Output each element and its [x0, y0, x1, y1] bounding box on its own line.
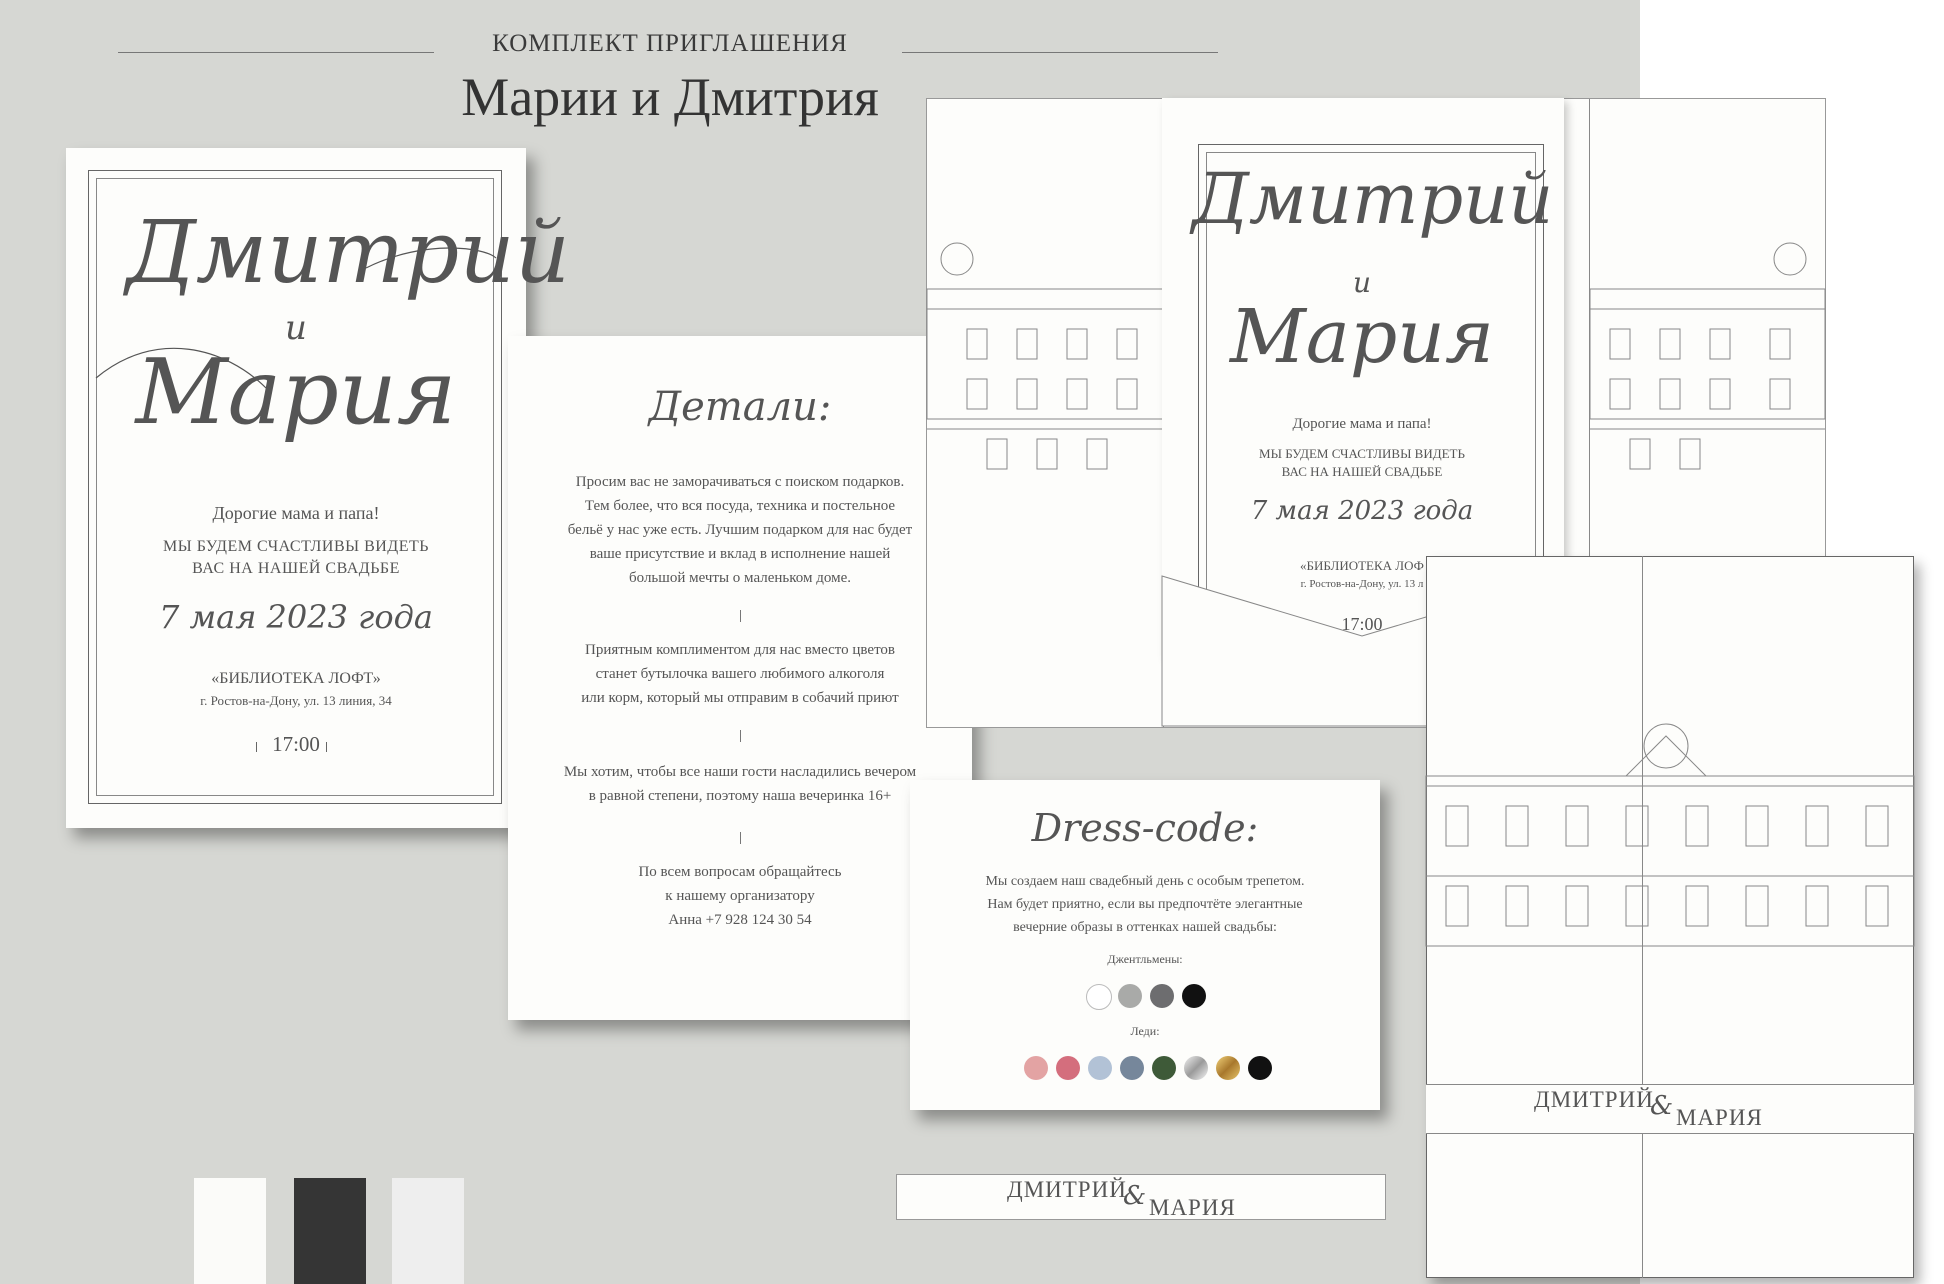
invite-line-1: МЫ БУДЕМ СЧАСТЛИВЫ ВИДЕТЬ [163, 538, 429, 555]
band-ampersand: & [1123, 1181, 1147, 1211]
building-illustration-closed [1425, 723, 1915, 947]
ladies-swatch-light-blue [1088, 1056, 1112, 1080]
details-p2-line: или корм, который мы отправим в собачий … [581, 690, 899, 706]
divider-2 [740, 730, 741, 742]
details-p4-line: Анна +7 928 124 30 54 [668, 912, 812, 928]
ladies-swatch-green [1152, 1056, 1176, 1080]
event-time: 17:00 [272, 732, 320, 756]
dress-code-line: вечерние образы в оттенках нашей свадьбы… [1013, 920, 1277, 935]
main-invitation-card: Дмитрий и Мария Дорогие мама и папа! МЫ … [66, 148, 570, 828]
details-p3-line: в равной степени, поэтому наша вечеринка… [588, 788, 892, 804]
details-title: Детали: [648, 384, 832, 430]
details-paragraph-4: По всем вопросам обращайтесь к нашему ор… [508, 860, 972, 932]
folder-band-name1: ДМИТРИЙ [1534, 1087, 1654, 1112]
gentlemen-swatch-grey [1118, 984, 1142, 1008]
palette-swatch-charcoal [294, 1178, 366, 1284]
building-illustration-right [1589, 242, 1826, 470]
folder-invite-line-1: МЫ БУДЕМ СЧАСТЛИВЫ ВИДЕТЬ [1259, 446, 1465, 461]
details-card: Детали: Просим вас не заморачиваться с п… [508, 336, 972, 1020]
details-p4-line: к нашему организатору [665, 888, 815, 904]
dress-code-line: Мы создаем наш свадебный день с особым т… [985, 874, 1305, 889]
belly-band-strip: ДМИТРИЙ & МАРИЯ [896, 1174, 1386, 1220]
folder-band-ampersand: & [1650, 1091, 1674, 1121]
details-paragraph-1: Просим вас не заморачиваться с поиском п… [508, 470, 972, 590]
folder-bride-name: Мария [1230, 294, 1494, 380]
palette-swatch-light-grey [392, 1178, 464, 1284]
venue-name: «БИБЛИОТЕКА ЛОФТ» [211, 670, 381, 687]
folder-band-name2: МАРИЯ [1676, 1105, 1763, 1130]
header-rule-right [902, 52, 1218, 53]
divider-1 [740, 610, 741, 622]
palette-swatch-white [194, 1178, 266, 1284]
dress-code-text: Мы создаем наш свадебный день с особым т… [910, 870, 1380, 939]
divider-3 [740, 832, 741, 844]
bride-name: Мария [135, 340, 457, 445]
ladies-label: Леди: [1130, 1024, 1160, 1038]
groom-name: Дмитрий [126, 203, 570, 303]
time-tick-right [326, 742, 327, 752]
details-p2-line: станет бутылочка вашего любимого алкогол… [595, 666, 885, 682]
header-rule-left [118, 52, 434, 53]
details-p1-line: бельё у нас уже есть. Лучшим подарком дл… [567, 522, 913, 538]
folder-invite-line-2: ВАС НА НАШЕЙ СВАДЬБЕ [1281, 464, 1443, 479]
ladies-swatch-gold [1216, 1056, 1240, 1080]
dress-code-card: Dress-code: Мы создаем наш свадебный ден… [910, 780, 1380, 1110]
dress-code-line: Нам будет приятно, если вы предпочтёте э… [987, 897, 1303, 912]
building-illustration-left [926, 242, 1164, 470]
greeting: Дорогие мама и папа! [212, 503, 380, 523]
gentlemen-swatch-black [1182, 984, 1206, 1008]
details-p1-line: Просим вас не заморачиваться с поиском п… [575, 474, 905, 490]
ladies-swatch-slate [1120, 1056, 1144, 1080]
header-title: Марии и Дмитрия [461, 67, 879, 127]
details-paragraph-2: Приятным комплиментом для нас вместо цве… [508, 638, 972, 710]
ladies-swatch-black [1248, 1056, 1272, 1080]
folder-groom-name: Дмитрий [1192, 158, 1554, 240]
band-name2: МАРИЯ [1149, 1195, 1236, 1220]
venue-address: г. Ростов-на-Дону, ул. 13 линия, 34 [200, 693, 392, 708]
details-paragraph-3: Мы хотим, чтобы все наши гости насладили… [508, 760, 972, 808]
folder-belly-band: ДМИТРИЙ & МАРИЯ [1426, 1084, 1914, 1134]
time-tick-left [256, 742, 257, 752]
gentlemen-label: Джентльмены: [1107, 952, 1183, 966]
details-p1-line: Тем более, что вся посуда, техника и пос… [584, 498, 896, 514]
ladies-swatch-silver [1184, 1056, 1208, 1080]
invite-line-2: ВАС НА НАШЕЙ СВАДЬБЕ [192, 560, 400, 577]
details-p1-line: большой мечты о маленьком доме. [629, 570, 851, 586]
folder-event-date: 7 мая 2023 года [1250, 496, 1474, 526]
details-p1-line: ваше присутствие и вклад в исполнение на… [589, 546, 891, 562]
dress-code-title: Dress-code: [1031, 806, 1259, 850]
ladies-swatch-rose [1056, 1056, 1080, 1080]
band-name1: ДМИТРИЙ [1007, 1177, 1127, 1202]
closed-folder: ДМИТРИЙ & МАРИЯ [1425, 556, 1915, 1278]
details-p4-line: По всем вопросам обращайтесь [638, 864, 842, 880]
ladies-swatch-pink [1024, 1056, 1048, 1080]
gentlemen-swatch-dark-grey [1150, 984, 1174, 1008]
details-p3-line: Мы хотим, чтобы все наши гости насладили… [563, 764, 917, 780]
details-p2-line: Приятным комплиментом для нас вместо цве… [584, 642, 896, 658]
folder-greeting: Дорогие мама и папа! [1292, 416, 1432, 432]
header-subtitle: КОМПЛЕКТ ПРИГЛАШЕНИЯ [492, 30, 848, 57]
event-date: 7 мая 2023 года [159, 598, 433, 636]
gentlemen-swatch-white [1086, 984, 1112, 1010]
